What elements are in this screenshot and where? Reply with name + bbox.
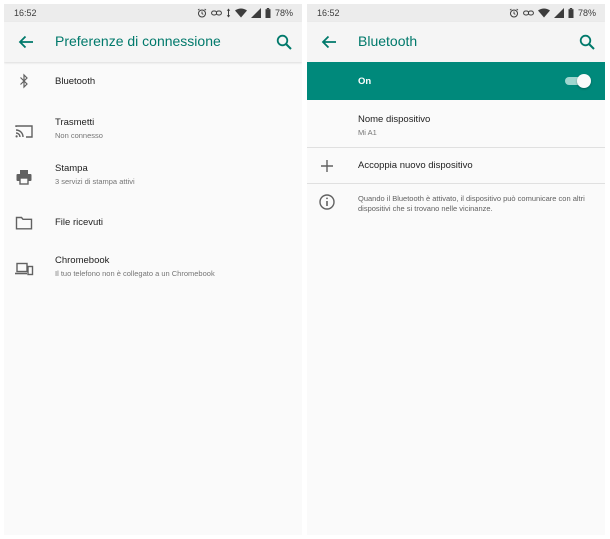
settings-item-received-files[interactable]: File ricevuti bbox=[4, 203, 302, 249]
signal-icon bbox=[250, 8, 261, 18]
device-name-item[interactable]: Nome dispositivo Mi A1 bbox=[307, 100, 605, 147]
devices-icon bbox=[15, 262, 34, 276]
settings-item-subtitle: Non connesso bbox=[55, 131, 103, 140]
page-title: Preferenze di connessione bbox=[55, 33, 221, 49]
settings-item-title: Bluetooth bbox=[55, 76, 96, 87]
search-icon[interactable] bbox=[275, 33, 293, 51]
alarm-icon bbox=[197, 8, 207, 18]
settings-item-bluetooth[interactable]: Bluetooth bbox=[4, 65, 302, 111]
cast-icon bbox=[15, 125, 33, 138]
status-bar: 16:52 78% bbox=[4, 4, 302, 22]
device-name-title: Nome dispositivo bbox=[358, 114, 431, 125]
battery-percentage: 78% bbox=[577, 8, 596, 18]
status-time: 16:52 bbox=[317, 8, 340, 18]
settings-item-print[interactable]: Stampa 3 servizi di stampa attivi bbox=[4, 157, 302, 203]
bluetooth-master-toggle-bar[interactable]: On bbox=[307, 62, 605, 100]
wifi-icon bbox=[234, 8, 247, 18]
wifi-icon bbox=[537, 8, 550, 18]
data-arrows-icon bbox=[226, 8, 231, 18]
settings-item-title: File ricevuti bbox=[55, 217, 104, 228]
settings-item-title: Stampa bbox=[55, 163, 88, 174]
settings-item-subtitle: 3 servizi di stampa attivi bbox=[55, 177, 135, 186]
link-icon bbox=[523, 10, 534, 16]
pair-new-device-label: Accoppia nuovo dispositivo bbox=[358, 160, 473, 171]
app-bar: Preferenze di connessione bbox=[4, 22, 302, 62]
bluetooth-info: Quando il Bluetooth è attivato, il dispo… bbox=[307, 184, 605, 224]
settings-item-title: Trasmetti bbox=[55, 117, 95, 128]
bluetooth-toggle-switch[interactable] bbox=[565, 74, 591, 88]
app-bar: Bluetooth bbox=[307, 22, 605, 62]
pair-new-device-item[interactable]: Accoppia nuovo dispositivo bbox=[307, 148, 605, 183]
info-icon bbox=[319, 194, 335, 210]
settings-item-cast[interactable]: Trasmetti Non connesso bbox=[4, 111, 302, 157]
settings-item-title: Chromebook bbox=[55, 255, 110, 266]
settings-item-subtitle: Il tuo telefono non è collegato a un Chr… bbox=[55, 269, 215, 278]
status-time: 16:52 bbox=[14, 8, 37, 18]
plus-icon bbox=[321, 160, 333, 172]
back-arrow-icon[interactable] bbox=[320, 33, 338, 51]
status-bar: 16:52 78% bbox=[307, 4, 605, 22]
toggle-label: On bbox=[358, 76, 372, 87]
bluetooth-icon bbox=[20, 73, 28, 89]
folder-icon bbox=[15, 216, 33, 230]
status-icons: 78% bbox=[197, 6, 293, 20]
battery-icon bbox=[265, 8, 271, 18]
settings-item-chromebook[interactable]: Chromebook Il tuo telefono non è collega… bbox=[4, 249, 302, 295]
battery-icon bbox=[568, 8, 574, 18]
device-name-value: Mi A1 bbox=[358, 128, 377, 137]
status-icons: 78% bbox=[509, 6, 596, 20]
connection-preferences-screen: 16:52 78% Preferenze di connessione Blue… bbox=[4, 4, 302, 535]
search-icon[interactable] bbox=[578, 33, 596, 51]
battery-percentage: 78% bbox=[274, 8, 293, 18]
alarm-icon bbox=[509, 8, 519, 18]
printer-icon bbox=[16, 170, 32, 185]
bluetooth-info-text: Quando il Bluetooth è attivato, il dispo… bbox=[358, 194, 585, 213]
link-icon bbox=[211, 10, 222, 16]
bluetooth-screen: 16:52 78% Bluetooth On Nome dispositivo … bbox=[307, 4, 605, 535]
switch-thumb bbox=[577, 74, 591, 88]
back-arrow-icon[interactable] bbox=[17, 33, 35, 51]
signal-icon bbox=[553, 8, 564, 18]
page-title: Bluetooth bbox=[358, 33, 418, 49]
